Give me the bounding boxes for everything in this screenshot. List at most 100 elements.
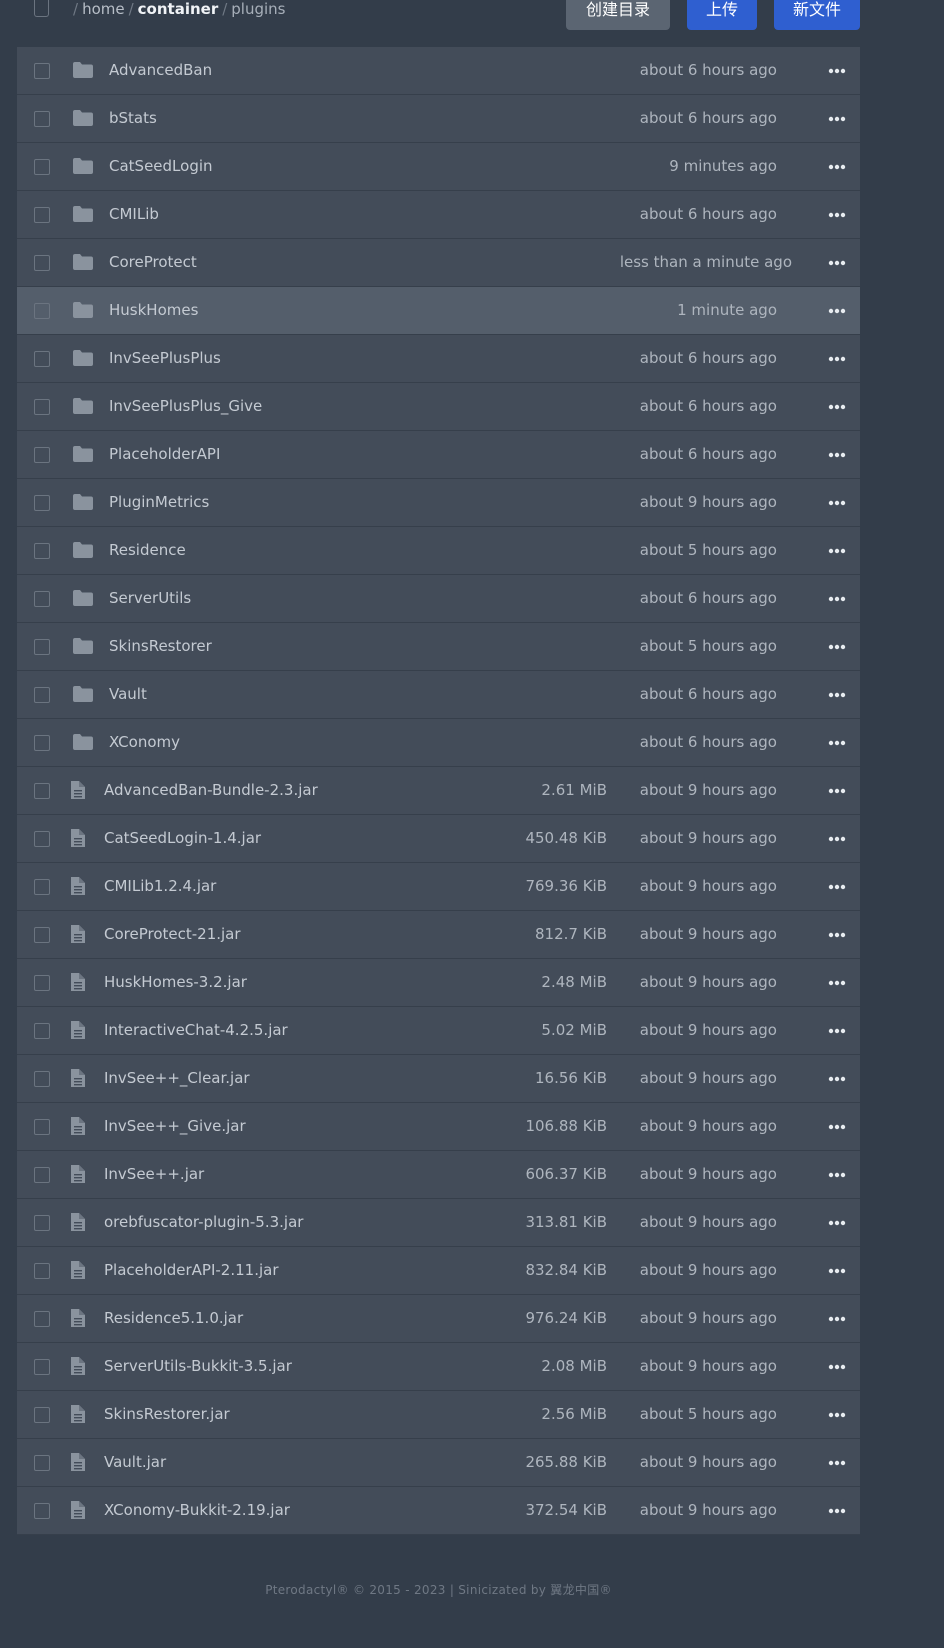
file-row[interactable]: orebfuscator-plugin-5.3.jar 313.81 KiB abo… bbox=[17, 1199, 860, 1247]
entry-name[interactable]: InvSeePlusPlus bbox=[109, 335, 221, 382]
more-options-icon[interactable] bbox=[827, 351, 847, 367]
folder-row[interactable]: AdvancedBan about 6 hours ago bbox=[17, 47, 860, 95]
entry-name[interactable]: CatSeedLogin bbox=[109, 143, 213, 190]
more-options-icon[interactable] bbox=[827, 303, 847, 319]
folder-row[interactable]: Residence about 5 hours ago bbox=[17, 527, 860, 575]
more-options-icon[interactable] bbox=[827, 879, 847, 895]
row-select-checkbox[interactable] bbox=[34, 543, 50, 559]
row-select-checkbox[interactable] bbox=[34, 255, 50, 271]
row-select-checkbox[interactable] bbox=[34, 975, 50, 991]
row-select-checkbox[interactable] bbox=[34, 927, 50, 943]
row-select-checkbox[interactable] bbox=[34, 303, 50, 319]
more-options-icon[interactable] bbox=[827, 63, 847, 79]
more-options-icon[interactable] bbox=[827, 447, 847, 463]
entry-name[interactable]: XConomy bbox=[109, 719, 180, 766]
row-select-checkbox[interactable] bbox=[34, 351, 50, 367]
create-directory-button[interactable]: 创建目录 bbox=[566, 0, 670, 30]
row-select-checkbox[interactable] bbox=[34, 1023, 50, 1039]
more-options-icon[interactable] bbox=[827, 543, 847, 559]
more-options-icon[interactable] bbox=[827, 735, 847, 751]
file-row[interactable]: PlaceholderAPI-2.11.jar 832.84 KiB about 9… bbox=[17, 1247, 860, 1295]
breadcrumb-item-home[interactable]: home bbox=[82, 0, 125, 18]
row-select-checkbox[interactable] bbox=[34, 735, 50, 751]
file-row[interactable]: CatSeedLogin-1.4.jar 450.48 KiB about 9 ho… bbox=[17, 815, 860, 863]
entry-name[interactable]: HuskHomes-3.2.jar bbox=[104, 959, 247, 1006]
entry-name[interactable]: InvSee++_Clear.jar bbox=[104, 1055, 250, 1102]
entry-name[interactable]: Residence5.1.0.jar bbox=[104, 1295, 243, 1342]
row-select-checkbox[interactable] bbox=[34, 639, 50, 655]
entry-name[interactable]: ServerUtils bbox=[109, 575, 191, 622]
entry-name[interactable]: ServerUtils-Bukkit-3.5.jar bbox=[104, 1343, 292, 1390]
entry-name[interactable]: XConomy-Bukkit-2.19.jar bbox=[104, 1487, 290, 1534]
row-select-checkbox[interactable] bbox=[34, 207, 50, 223]
row-select-checkbox[interactable] bbox=[34, 1503, 50, 1519]
entry-name[interactable]: PlaceholderAPI-2.11.jar bbox=[104, 1247, 279, 1294]
more-options-icon[interactable] bbox=[827, 255, 847, 271]
row-select-checkbox[interactable] bbox=[34, 1407, 50, 1423]
file-row[interactable]: HuskHomes-3.2.jar 2.48 MiB about 9 hours a… bbox=[17, 959, 860, 1007]
folder-row[interactable]: PluginMetrics about 9 hours ago bbox=[17, 479, 860, 527]
file-row[interactable]: Residence5.1.0.jar 976.24 KiB about 9 hour… bbox=[17, 1295, 860, 1343]
entry-name[interactable]: Residence bbox=[109, 527, 186, 574]
more-options-icon[interactable] bbox=[827, 687, 847, 703]
more-options-icon[interactable] bbox=[827, 1071, 847, 1087]
row-select-checkbox[interactable] bbox=[34, 63, 50, 79]
row-select-checkbox[interactable] bbox=[34, 1071, 50, 1087]
more-options-icon[interactable] bbox=[827, 975, 847, 991]
more-options-icon[interactable] bbox=[827, 159, 847, 175]
new-file-button[interactable]: 新文件 bbox=[774, 0, 860, 30]
more-options-icon[interactable] bbox=[827, 399, 847, 415]
folder-row[interactable]: XConomy about 6 hours ago bbox=[17, 719, 860, 767]
file-row[interactable]: Vault.jar 265.88 KiB about 9 hours ago bbox=[17, 1439, 860, 1487]
folder-row[interactable]: bStats about 6 hours ago bbox=[17, 95, 860, 143]
more-options-icon[interactable] bbox=[827, 1119, 847, 1135]
more-options-icon[interactable] bbox=[827, 927, 847, 943]
folder-row[interactable]: CoreProtect less than a minute ago bbox=[17, 239, 860, 287]
more-options-icon[interactable] bbox=[827, 1215, 847, 1231]
row-select-checkbox[interactable] bbox=[34, 879, 50, 895]
row-select-checkbox[interactable] bbox=[34, 1119, 50, 1135]
more-options-icon[interactable] bbox=[827, 1311, 847, 1327]
folder-row[interactable]: PlaceholderAPI about 6 hours ago bbox=[17, 431, 860, 479]
entry-name[interactable]: CoreProtect-21.jar bbox=[104, 911, 241, 958]
more-options-icon[interactable] bbox=[827, 639, 847, 655]
file-row[interactable]: CMILib1.2.4.jar 769.36 KiB about 9 hours a… bbox=[17, 863, 860, 911]
row-select-checkbox[interactable] bbox=[34, 447, 50, 463]
more-options-icon[interactable] bbox=[827, 783, 847, 799]
more-options-icon[interactable] bbox=[827, 1023, 847, 1039]
entry-name[interactable]: CoreProtect bbox=[109, 239, 197, 286]
row-select-checkbox[interactable] bbox=[34, 831, 50, 847]
more-options-icon[interactable] bbox=[827, 495, 847, 511]
row-select-checkbox[interactable] bbox=[34, 687, 50, 703]
file-row[interactable]: AdvancedBan-Bundle-2.3.jar 2.61 MiB about … bbox=[17, 767, 860, 815]
entry-name[interactable]: Vault.jar bbox=[104, 1439, 166, 1486]
entry-name[interactable]: CMILib1.2.4.jar bbox=[104, 863, 216, 910]
entry-name[interactable]: InvSeePlusPlus_Give bbox=[109, 383, 262, 430]
entry-name[interactable]: bStats bbox=[109, 95, 157, 142]
more-options-icon[interactable] bbox=[827, 1359, 847, 1375]
row-select-checkbox[interactable] bbox=[34, 159, 50, 175]
entry-name[interactable]: SkinsRestorer bbox=[109, 623, 212, 670]
entry-name[interactable]: InvSee++_Give.jar bbox=[104, 1103, 246, 1150]
entry-name[interactable]: InvSee++.jar bbox=[104, 1151, 204, 1198]
row-select-checkbox[interactable] bbox=[34, 1311, 50, 1327]
entry-name[interactable]: AdvancedBan bbox=[109, 47, 212, 94]
row-select-checkbox[interactable] bbox=[34, 1263, 50, 1279]
folder-row[interactable]: SkinsRestorer about 5 hours ago bbox=[17, 623, 860, 671]
entry-name[interactable]: orebfuscator-plugin-5.3.jar bbox=[104, 1199, 303, 1246]
entry-name[interactable]: CMILib bbox=[109, 191, 159, 238]
entry-name[interactable]: CatSeedLogin-1.4.jar bbox=[104, 815, 261, 862]
row-select-checkbox[interactable] bbox=[34, 495, 50, 511]
more-options-icon[interactable] bbox=[827, 831, 847, 847]
file-row[interactable]: ServerUtils-Bukkit-3.5.jar 2.08 MiB about … bbox=[17, 1343, 860, 1391]
folder-row[interactable]: CMILib about 6 hours ago bbox=[17, 191, 860, 239]
row-select-checkbox[interactable] bbox=[34, 399, 50, 415]
folder-row[interactable]: InvSeePlusPlus_Give about 6 hours ago bbox=[17, 383, 860, 431]
row-select-checkbox[interactable] bbox=[34, 1359, 50, 1375]
more-options-icon[interactable] bbox=[827, 591, 847, 607]
more-options-icon[interactable] bbox=[827, 111, 847, 127]
file-row[interactable]: XConomy-Bukkit-2.19.jar 372.54 KiB about 9… bbox=[17, 1487, 860, 1535]
upload-button[interactable]: 上传 bbox=[687, 0, 757, 30]
entry-name[interactable]: SkinsRestorer.jar bbox=[104, 1391, 230, 1438]
entry-name[interactable]: PlaceholderAPI bbox=[109, 431, 220, 478]
